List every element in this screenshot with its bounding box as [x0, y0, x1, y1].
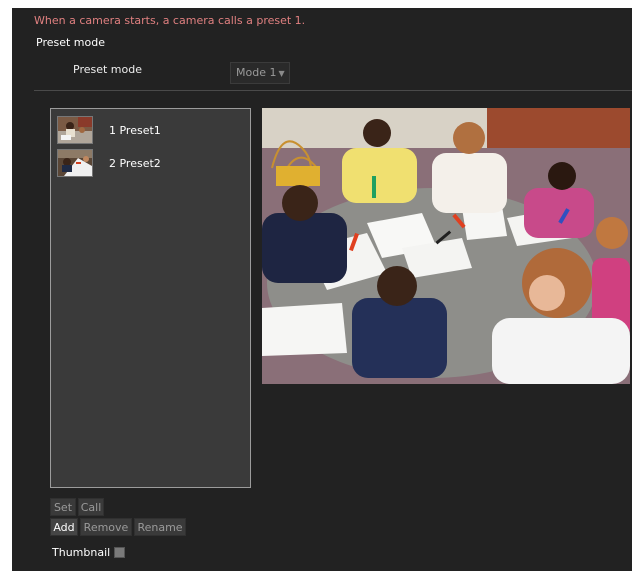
camera-preview-image: [262, 108, 630, 384]
remove-button[interactable]: Remove: [80, 518, 132, 536]
preset-list[interactable]: 1 Preset1 2 Preset2: [50, 108, 251, 488]
preset-name-2: 2 Preset2: [109, 156, 161, 170]
preset-panel: When a camera starts, a camera calls a p…: [12, 8, 632, 571]
call-button[interactable]: Call: [78, 498, 104, 516]
section-title: Preset mode: [36, 36, 105, 49]
startup-notice: When a camera starts, a camera calls a p…: [34, 14, 306, 27]
preset-mode-label: Preset mode: [73, 63, 142, 76]
preset-name-1: 1 Preset1: [109, 123, 161, 137]
thumbnail-label: Thumbnail: [52, 546, 111, 559]
divider: [34, 90, 632, 91]
preset-thumbnail-1: [57, 116, 93, 144]
add-button[interactable]: Add: [50, 518, 78, 536]
preset-item-2[interactable]: 2 Preset2: [57, 148, 243, 178]
chevron-down-icon: ▼: [278, 69, 285, 78]
preset-item-1[interactable]: 1 Preset1: [57, 115, 243, 145]
camera-preview[interactable]: [262, 108, 630, 384]
set-button[interactable]: Set: [50, 498, 76, 516]
preset-thumbnail-2: [57, 149, 93, 177]
preset-mode-select[interactable]: Mode 1 ▼: [230, 62, 290, 84]
thumbnail-checkbox[interactable]: [114, 547, 125, 558]
preset-mode-value: Mode 1: [236, 66, 277, 79]
rename-button[interactable]: Rename: [134, 518, 186, 536]
